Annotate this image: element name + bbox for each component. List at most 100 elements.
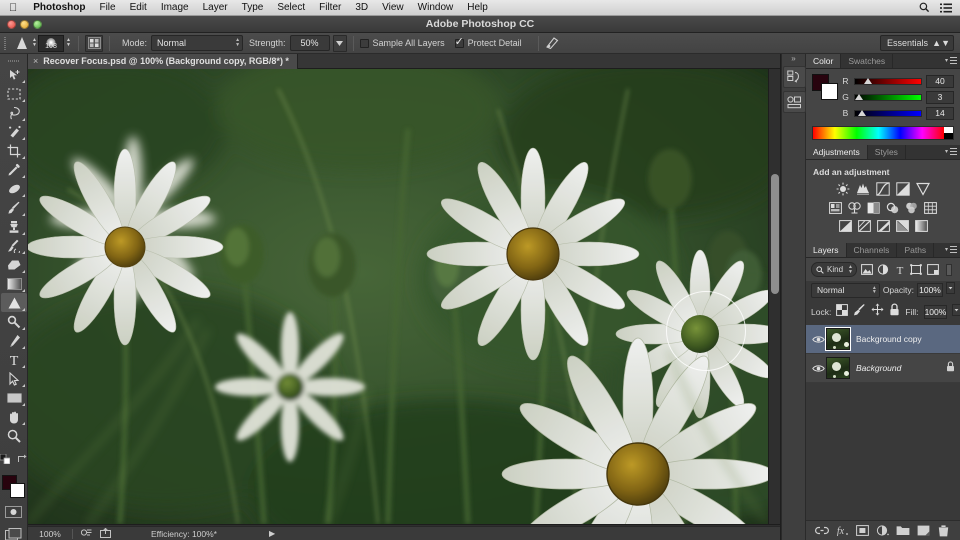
color-panel-swatches[interactable] bbox=[812, 74, 838, 100]
tab-layers[interactable]: Layers bbox=[806, 243, 847, 257]
layer-name[interactable]: Background bbox=[856, 363, 946, 373]
slider-g[interactable] bbox=[854, 93, 922, 101]
tab-adjustments[interactable]: Adjustments bbox=[806, 145, 868, 159]
layer-name[interactable]: Background copy bbox=[856, 334, 955, 344]
layer-filter-kind-select[interactable]: Kind ▲ ▼ bbox=[811, 262, 857, 277]
quick-mask-icon[interactable] bbox=[5, 505, 22, 523]
link-layers-icon[interactable] bbox=[815, 524, 830, 538]
tool-brush[interactable] bbox=[1, 198, 27, 217]
tool-marquee[interactable] bbox=[1, 84, 27, 103]
hue-saturation-icon[interactable] bbox=[829, 202, 842, 214]
menu-layer[interactable]: Layer bbox=[196, 0, 235, 16]
menu-file[interactable]: File bbox=[92, 0, 122, 16]
tool-eraser[interactable] bbox=[1, 255, 27, 274]
background-color-swatch[interactable] bbox=[10, 483, 25, 498]
brightness-contrast-icon[interactable] bbox=[836, 182, 850, 196]
value-r[interactable]: 40 bbox=[926, 74, 954, 88]
sample-all-layers-checkbox[interactable]: Sample All Layers bbox=[359, 38, 445, 48]
strength-input[interactable]: 50% bbox=[289, 35, 330, 51]
vibrance-icon[interactable] bbox=[916, 182, 930, 196]
strength-slider-arrow-icon[interactable] bbox=[332, 34, 347, 52]
zoom-level-input[interactable]: 100% bbox=[28, 529, 72, 539]
slider-r[interactable] bbox=[854, 77, 922, 85]
tablet-pressure-icon[interactable] bbox=[545, 35, 560, 52]
new-group-icon[interactable] bbox=[896, 524, 910, 538]
tool-pen[interactable] bbox=[1, 331, 27, 350]
status-menu-arrow-icon[interactable]: ▶ bbox=[269, 529, 275, 538]
menu-type[interactable]: Type bbox=[235, 0, 271, 16]
filter-shape-icon[interactable] bbox=[910, 263, 922, 276]
filter-toggle-icon[interactable] bbox=[943, 263, 955, 276]
black-white-icon[interactable] bbox=[867, 202, 880, 214]
lock-image-pixels-icon[interactable] bbox=[853, 303, 866, 321]
lock-transparent-pixels-icon[interactable] bbox=[836, 303, 849, 321]
tool-zoom[interactable] bbox=[1, 426, 27, 445]
menu-help[interactable]: Help bbox=[460, 0, 495, 16]
tool-hand[interactable] bbox=[1, 407, 27, 426]
tab-channels[interactable]: Channels bbox=[846, 243, 898, 257]
tool-crop[interactable] bbox=[1, 141, 27, 160]
fill-input[interactable]: 100% bbox=[923, 305, 948, 319]
slider-b[interactable] bbox=[854, 109, 922, 117]
filter-smart-object-icon[interactable] bbox=[926, 263, 939, 276]
swap-colors-icon[interactable] bbox=[17, 451, 27, 469]
brush-size-preview[interactable]: 108 bbox=[38, 34, 64, 52]
document-image[interactable] bbox=[28, 69, 768, 524]
curves-icon[interactable] bbox=[876, 182, 890, 196]
document-info-icon[interactable] bbox=[80, 528, 93, 539]
tab-color[interactable]: Color bbox=[806, 54, 842, 68]
selective-color-icon[interactable] bbox=[895, 220, 909, 232]
tab-swatches[interactable]: Swatches bbox=[841, 54, 894, 68]
tool-move[interactable] bbox=[1, 65, 27, 84]
tool-history-brush[interactable] bbox=[1, 236, 27, 255]
filter-type-icon[interactable]: T bbox=[894, 263, 906, 276]
smudge-tool-icon[interactable] bbox=[14, 35, 30, 51]
exposure-icon[interactable] bbox=[896, 182, 910, 196]
tool-type[interactable]: T bbox=[1, 350, 27, 369]
tab-styles[interactable]: Styles bbox=[867, 145, 906, 159]
value-g[interactable]: 3 bbox=[926, 90, 954, 104]
layer-row-background[interactable]: Background bbox=[806, 354, 960, 383]
tool-path-selection[interactable] bbox=[1, 369, 27, 388]
delete-layer-icon[interactable] bbox=[937, 524, 951, 538]
color-balance-icon[interactable] bbox=[848, 202, 861, 214]
canvas-area[interactable] bbox=[28, 69, 780, 524]
brush-picker-chevron-icon[interactable]: ▲ ▼ bbox=[65, 35, 72, 52]
color-lookup-icon[interactable] bbox=[924, 202, 937, 214]
black-white-ramp[interactable] bbox=[944, 127, 953, 139]
opacity-slider-arrow-icon[interactable] bbox=[946, 281, 955, 299]
invert-icon[interactable] bbox=[838, 220, 852, 232]
filter-adjustment-icon[interactable] bbox=[877, 263, 889, 276]
document-tab[interactable]: × Recover Focus.psd @ 100% (Background c… bbox=[28, 53, 298, 69]
color-swatches[interactable] bbox=[1, 474, 27, 500]
menu-select[interactable]: Select bbox=[270, 0, 312, 16]
value-b[interactable]: 14 bbox=[926, 106, 954, 120]
workspace-switcher[interactable]: Essentials ▲▼ bbox=[880, 35, 954, 51]
tool-gradient[interactable] bbox=[1, 274, 27, 293]
levels-icon[interactable] bbox=[856, 182, 870, 196]
tool-rectangle-shape[interactable] bbox=[1, 388, 27, 407]
brush-panel-toggle-button[interactable] bbox=[85, 34, 103, 52]
color-spectrum-ramp[interactable] bbox=[812, 126, 954, 140]
add-layer-mask-icon[interactable] bbox=[856, 524, 870, 538]
photo-filter-icon[interactable] bbox=[886, 202, 899, 214]
default-colors-icon[interactable] bbox=[0, 451, 11, 469]
threshold-icon[interactable] bbox=[876, 220, 890, 232]
layer-thumbnail[interactable] bbox=[825, 327, 851, 351]
opacity-input[interactable]: 100% bbox=[917, 283, 943, 297]
posterize-icon[interactable] bbox=[857, 220, 871, 232]
panel-menu-button[interactable]: ▾ bbox=[945, 57, 957, 64]
tool-healing-brush[interactable] bbox=[1, 179, 27, 198]
layer-visibility-toggle[interactable] bbox=[811, 364, 826, 373]
scrollbar-thumb[interactable] bbox=[771, 174, 779, 294]
layer-visibility-toggle[interactable] bbox=[811, 335, 826, 344]
screen-mode-icon[interactable] bbox=[5, 528, 22, 540]
close-icon[interactable]: × bbox=[33, 56, 38, 66]
layer-style-fx-icon[interactable]: fx bbox=[835, 524, 849, 538]
new-adjustment-layer-icon[interactable] bbox=[876, 524, 890, 538]
panel-menu-button[interactable]: ▾ bbox=[945, 148, 957, 155]
list-menu-icon[interactable] bbox=[940, 3, 952, 13]
hue-ramp[interactable] bbox=[813, 127, 944, 139]
new-layer-icon[interactable] bbox=[917, 524, 931, 538]
menu-edit[interactable]: Edit bbox=[123, 0, 154, 16]
